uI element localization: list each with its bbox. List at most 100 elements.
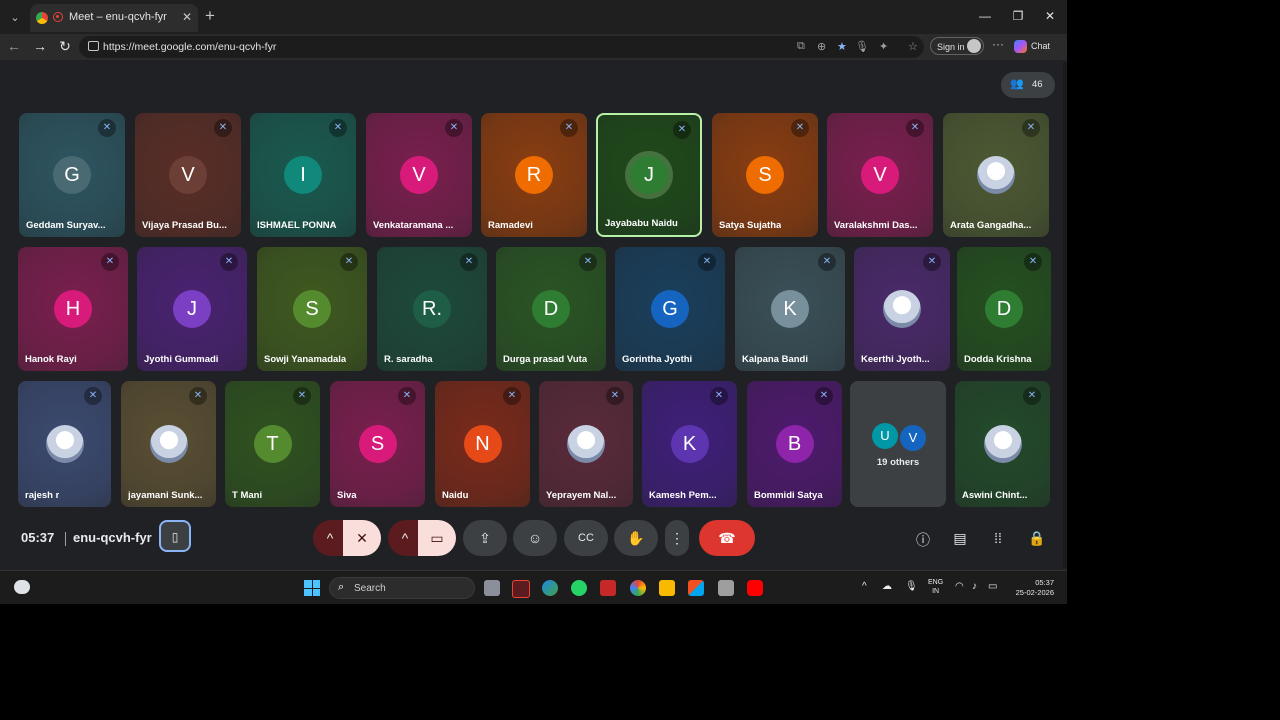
language-indicator[interactable]: ENG IN — [928, 578, 943, 596]
onedrive-icon[interactable]: ☁ — [882, 581, 892, 592]
copilot-chat-button[interactable]: Chat — [1014, 37, 1062, 56]
chrome-icon[interactable] — [630, 580, 646, 596]
lock-icon — [88, 41, 99, 51]
participant-name: Geddam Suryav... — [26, 220, 106, 231]
participant-tile[interactable]: K ✕ Kalpana Bandi — [735, 247, 845, 371]
close-tab-icon[interactable]: ✕ — [182, 10, 192, 24]
participant-tile[interactable]: S ✕ Sowji Yanamadala — [257, 247, 367, 371]
participant-tile[interactable]: S ✕ Satya Sujatha — [712, 113, 818, 237]
bookmark-star-icon[interactable]: ★ — [837, 40, 847, 53]
raise-hand-button[interactable]: ✋ — [614, 520, 658, 556]
mic-icon[interactable]: 🎙 — [855, 40, 869, 53]
others-tile[interactable]: U V 19 others — [850, 381, 946, 507]
sign-in-button[interactable]: Sign in — [930, 37, 984, 55]
tab-search-icon[interactable]: ⌄ — [6, 9, 24, 27]
participant-tile[interactable]: D ✕ Durga prasad Vuta — [496, 247, 606, 371]
mic-off-icon: ✕ — [698, 253, 716, 271]
participant-tile[interactable]: I ✕ ISHMAEL PONNA — [250, 113, 356, 237]
more-menu-icon[interactable]: ··· — [992, 37, 1004, 51]
meeting-info-icon[interactable]: ⓘ — [913, 530, 933, 550]
participant-tile[interactable]: G ✕ Gorintha Jyothi — [615, 247, 725, 371]
participant-tile[interactable]: V ✕ Varalakshmi Das... — [827, 113, 933, 237]
mic-muted-button[interactable]: ✕ — [343, 520, 381, 556]
maximize-icon[interactable]: ❐ — [1008, 9, 1028, 23]
zoom-icon[interactable]: ⊕ — [817, 40, 826, 53]
weather-icon[interactable] — [14, 580, 30, 594]
participant-tile[interactable]: V ✕ Vijaya Prasad Bu... — [135, 113, 241, 237]
taskbar-clock[interactable]: 05:37 25-02-2026 — [1012, 578, 1054, 598]
whatsapp-icon[interactable] — [571, 580, 587, 596]
address-bar[interactable]: https://meet.google.com/enu-qcvh-fyr ⧉ ⊕… — [79, 36, 924, 58]
participant-tile[interactable]: R. ✕ R. saradha — [377, 247, 487, 371]
start-icon[interactable] — [304, 580, 320, 596]
back-icon[interactable]: ← — [5, 38, 23, 54]
participant-tile[interactable]: N ✕ Naidu — [435, 381, 530, 507]
participant-tile[interactable]: T ✕ T Mani — [225, 381, 320, 507]
mcafee-icon[interactable] — [600, 580, 616, 596]
tab-title: Meet – enu-qcvh-fyr — [69, 11, 167, 23]
store-icon[interactable] — [688, 580, 704, 596]
wifi-icon[interactable]: ◠ — [955, 581, 964, 592]
participant-tile[interactable]: ✕ Arata Gangadha... — [943, 113, 1049, 237]
tray-chevron-icon[interactable]: ^ — [862, 581, 867, 592]
clock-time: 05:37 — [1035, 578, 1054, 587]
task-view-icon[interactable] — [484, 580, 500, 596]
url-text[interactable]: https://meet.google.com/enu-qcvh-fyr — [103, 41, 276, 53]
edge-icon[interactable] — [542, 580, 558, 596]
meeting-time: 05:37 — [21, 530, 55, 545]
chat-icon[interactable]: ▤ — [950, 530, 970, 547]
participant-tile[interactable]: ✕ rajesh r — [18, 381, 111, 507]
leave-call-button[interactable]: ☎ — [699, 520, 755, 556]
more-options-button[interactable]: ⋮ — [665, 520, 689, 556]
favorites-icon[interactable]: ☆ — [908, 40, 918, 53]
present-screen-button[interactable]: ⇪ — [463, 520, 507, 556]
host-controls-icon[interactable]: 🔒 — [1027, 530, 1047, 547]
participant-tile[interactable]: R ✕ Ramadevi — [481, 113, 587, 237]
participant-tile[interactable]: J ✕ Jayababu Naidu — [596, 113, 702, 237]
participant-tile[interactable]: D ✕ Dodda Krishna — [957, 247, 1051, 371]
camera-off-button[interactable]: ▭ — [418, 520, 456, 556]
participant-name: Naidu — [442, 490, 469, 501]
participants-button[interactable]: 👥 46 — [1001, 72, 1055, 98]
printer-icon[interactable] — [718, 580, 734, 596]
meet-stage: 👥 46 G ✕ Geddam Suryav... V ✕ Vijaya Prasad B… — [4, 62, 1063, 568]
participant-tile[interactable]: ✕ Yeprayem Nal... — [539, 381, 633, 507]
extensions-icon[interactable]: ✦ — [879, 40, 888, 53]
participant-tile[interactable]: ✕ Aswini Chint... — [955, 381, 1050, 507]
close-window-icon[interactable]: ✕ — [1040, 9, 1060, 23]
companion-mode-button[interactable]: ▯ — [159, 520, 191, 552]
chrome-taskbar-icon[interactable] — [512, 580, 530, 598]
new-tab-icon[interactable]: + — [205, 6, 215, 26]
battery-icon[interactable]: ▭ — [988, 581, 997, 592]
participant-tile[interactable]: G ✕ Geddam Suryav... — [19, 113, 125, 237]
volume-icon[interactable]: ♪ — [972, 581, 977, 592]
video-options-button[interactable]: ^ — [388, 520, 422, 556]
participant-tile[interactable]: ✕ jayamani Sunk... — [121, 381, 216, 507]
mic-off-icon: ✕ — [606, 387, 624, 405]
tab-meet[interactable]: Meet – enu-qcvh-fyr ✕ — [30, 4, 198, 32]
taskbar-search-input[interactable]: ⌕ Search — [329, 577, 475, 599]
participant-tile[interactable]: B ✕ Bommidi Satya — [747, 381, 842, 507]
audio-options-button[interactable]: ^ — [313, 520, 347, 556]
scrollbar[interactable] — [1063, 62, 1067, 568]
participant-tile[interactable]: ✕ Keerthi Jyoth... — [854, 247, 950, 371]
windows-taskbar: ⌕ Search ^ ☁ 🎙 ENG IN ◠ ♪ ▭ 05:37 25-02-… — [0, 570, 1067, 604]
participant-tile[interactable]: H ✕ Hanok Rayi — [18, 247, 128, 371]
participant-tile[interactable]: V ✕ Venkataramana ... — [366, 113, 472, 237]
youtube-icon[interactable] — [747, 580, 763, 596]
participant-tile[interactable]: J ✕ Jyothi Gummadi — [137, 247, 247, 371]
forward-icon[interactable]: → — [31, 38, 49, 54]
participant-name: Aswini Chint... — [962, 490, 1028, 501]
mic-off-icon: ✕ — [1023, 387, 1041, 405]
participant-tile[interactable]: S ✕ Siva — [330, 381, 425, 507]
mic-off-icon: ✕ — [923, 253, 941, 271]
file-explorer-icon[interactable] — [659, 580, 675, 596]
activities-icon[interactable]: ⁞⁞ — [988, 530, 1008, 546]
open-external-icon[interactable]: ⧉ — [797, 40, 805, 53]
captions-button[interactable]: CC — [564, 520, 608, 556]
minimize-icon[interactable]: — — [975, 9, 995, 23]
participant-tile[interactable]: K ✕ Kamesh Pem... — [642, 381, 737, 507]
mic-tray-icon[interactable]: 🎙 — [905, 581, 918, 592]
reload-icon[interactable]: ↻ — [56, 38, 74, 55]
emoji-reaction-button[interactable]: ☺ — [513, 520, 557, 556]
